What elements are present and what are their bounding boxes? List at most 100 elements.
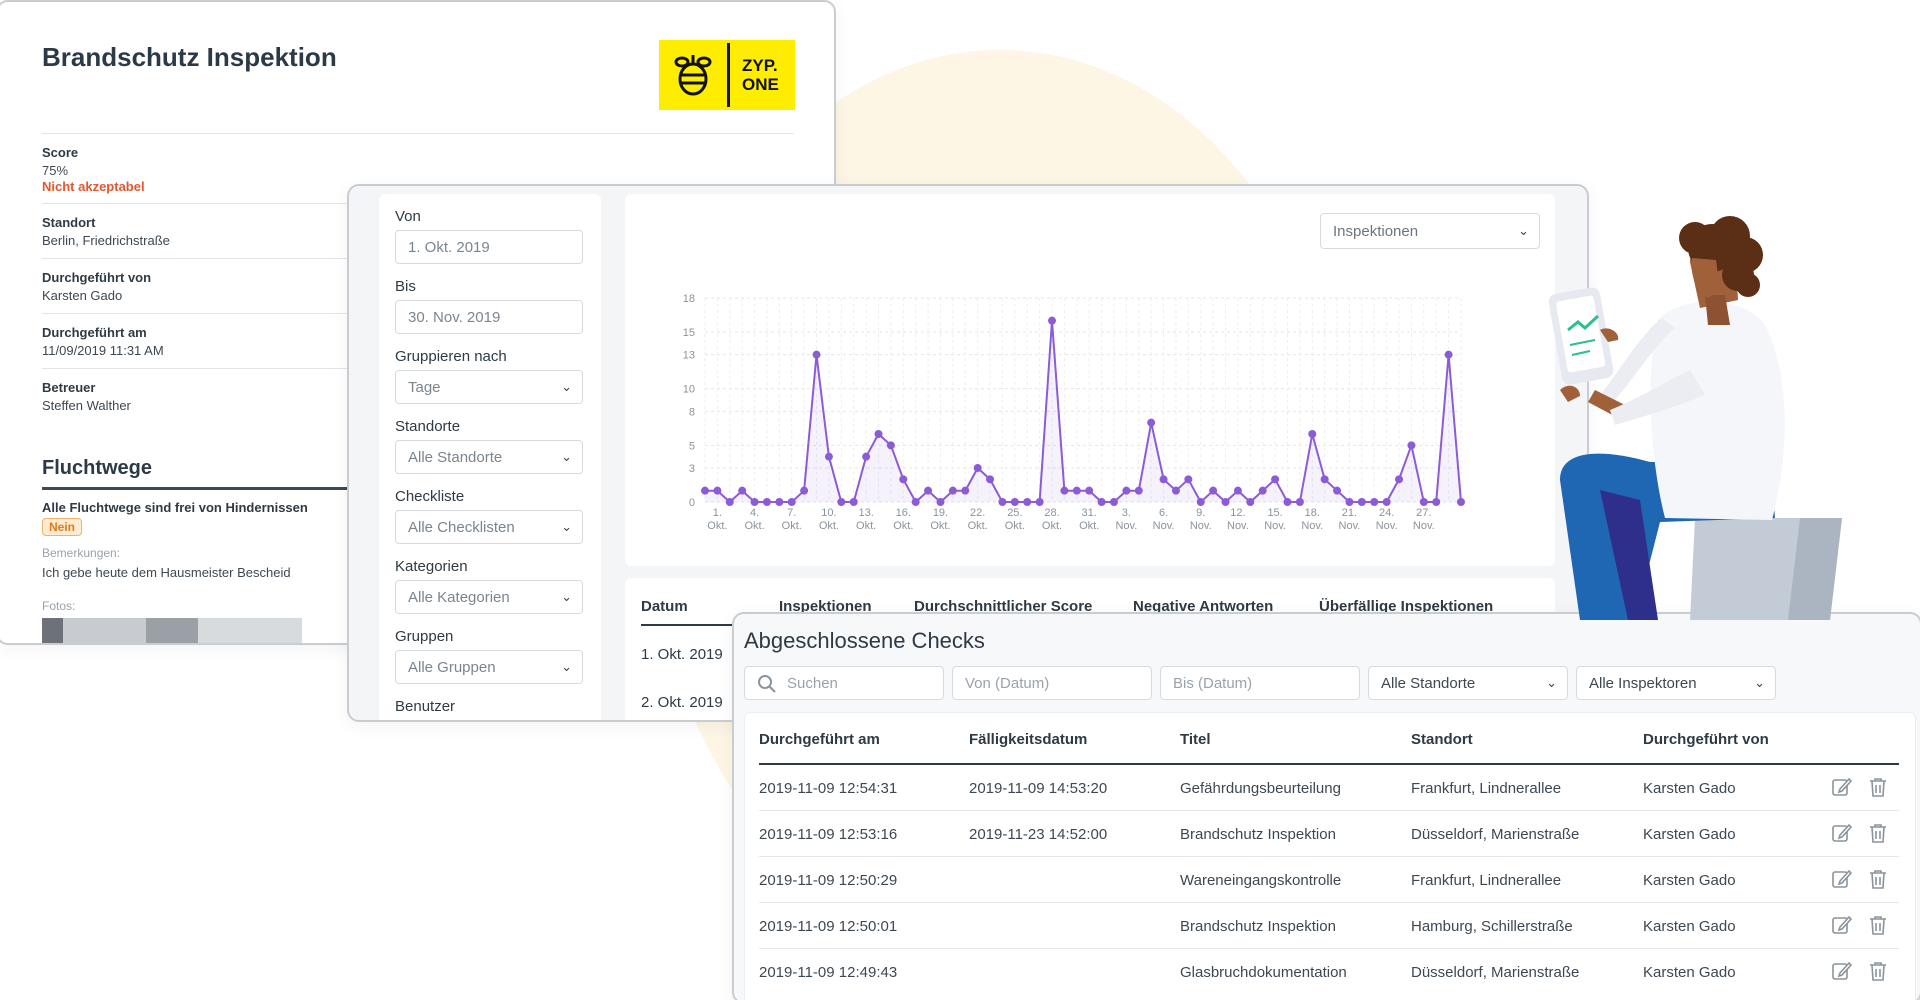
edit-icon[interactable]	[1831, 914, 1853, 936]
chevron-down-icon: ⌄	[1518, 223, 1529, 238]
y-tick-label: 13	[683, 350, 695, 362]
x-tick-label: 12.	[1230, 507, 1245, 519]
x-tick-label: Okt.	[856, 520, 876, 532]
y-tick-label: 3	[689, 463, 695, 475]
column-header[interactable]: Titel	[1180, 731, 1211, 748]
marketing-collage: Brandschutz Inspektion ZYP. ONE Score 75…	[0, 0, 1920, 1000]
data-point	[1023, 498, 1032, 506]
data-point	[1419, 498, 1428, 506]
x-tick-label: 27.	[1416, 507, 1431, 519]
data-point	[1159, 475, 1168, 484]
checklist-select[interactable]: Alle Checklisten ⌄	[395, 510, 583, 544]
locations-select[interactable]: Alle Standorte ⌄	[395, 440, 583, 474]
score-status: Nicht akzeptabel	[42, 179, 145, 194]
chevron-down-icon: ⌄	[561, 379, 572, 394]
cell-by: Karsten Gado	[1643, 780, 1736, 797]
divider	[42, 133, 794, 134]
data-point	[837, 498, 846, 506]
zyp-one-logo: ZYP. ONE	[659, 40, 795, 110]
cell-location: Frankfurt, Lindnerallee	[1411, 780, 1562, 797]
table-row: 1. Okt. 2019	[641, 646, 723, 663]
data-point	[762, 498, 771, 506]
column-header[interactable]: Datum	[641, 598, 688, 615]
inspection-photo[interactable]	[42, 618, 302, 643]
trash-icon[interactable]	[1867, 868, 1889, 890]
group-by-select[interactable]: Tage ⌄	[395, 370, 583, 404]
cell-due: 2019-11-23 14:52:00	[969, 826, 1108, 843]
group-by-label: Gruppieren nach	[395, 348, 507, 365]
x-tick-label: Nov.	[1301, 520, 1323, 532]
x-tick-label: Okt.	[744, 520, 764, 532]
data-point	[800, 486, 809, 495]
data-point	[824, 452, 833, 461]
table-row[interactable]: 2019-11-09 12:50:29 Wareneingangskontrol…	[759, 857, 1899, 903]
cell-done: 2019-11-09 12:49:43	[759, 964, 898, 981]
chevron-down-icon: ⌄	[561, 449, 572, 464]
trash-icon[interactable]	[1867, 822, 1889, 844]
data-point	[936, 498, 945, 506]
x-tick-label: 6.	[1159, 507, 1168, 519]
trash-icon[interactable]	[1867, 960, 1889, 982]
from-date-filter[interactable]: Von (Datum)	[952, 666, 1152, 700]
table-row[interactable]: 2019-11-09 12:49:43 Glasbruchdokumentati…	[759, 949, 1899, 995]
inspections-line-chart: 0358101315181.Okt.4.Okt.7.Okt.10.Okt.13.…	[683, 293, 1465, 532]
x-tick-label: Nov.	[1115, 520, 1137, 532]
data-point	[911, 498, 920, 506]
location-select[interactable]: Alle Standorte ⌄	[1368, 666, 1568, 700]
table-row[interactable]: 2019-11-09 12:50:01 Brandschutz Inspekti…	[759, 903, 1899, 949]
data-point	[738, 486, 747, 495]
column-header[interactable]: Standort	[1411, 731, 1473, 748]
table-row[interactable]: 2019-11-09 12:54:31 2019-11-09 14:53:20 …	[759, 765, 1899, 811]
bee-icon	[659, 40, 727, 110]
x-tick-label: 15.	[1267, 507, 1282, 519]
search-input[interactable]: Suchen	[744, 666, 944, 700]
from-date-input[interactable]: 1. Okt. 2019	[395, 230, 583, 264]
cell-location: Düsseldorf, Marienstraße	[1411, 964, 1580, 981]
to-date-filter[interactable]: Bis (Datum)	[1160, 666, 1360, 700]
to-date-input[interactable]: 30. Nov. 2019	[395, 300, 583, 334]
edit-icon[interactable]	[1831, 776, 1853, 798]
cell-by: Karsten Gado	[1643, 918, 1736, 935]
field-performed-by: Durchgeführt von Karsten Gado	[42, 270, 152, 303]
cell-title: Wareneingangskontrolle	[1180, 872, 1342, 889]
x-tick-label: 22.	[970, 507, 985, 519]
trash-icon[interactable]	[1867, 914, 1889, 936]
groups-select[interactable]: Alle Gruppen ⌄	[395, 650, 583, 684]
x-tick-label: 18.	[1305, 507, 1320, 519]
chevron-down-icon: ⌄	[561, 589, 572, 604]
inspector-select[interactable]: Alle Inspektoren ⌄	[1576, 666, 1776, 700]
column-header[interactable]: Durchgeführt von	[1643, 731, 1769, 748]
data-point	[1395, 475, 1404, 484]
x-tick-label: 24.	[1379, 507, 1394, 519]
section-title: Fluchtwege	[42, 457, 153, 479]
x-tick-label: 9.	[1196, 507, 1205, 519]
column-header[interactable]: Fälligkeitsdatum	[969, 731, 1087, 748]
trash-icon[interactable]	[1867, 776, 1889, 798]
x-tick-label: 25.	[1007, 507, 1022, 519]
metric-select[interactable]: Inspektionen ⌄	[1320, 213, 1540, 249]
data-point	[1097, 498, 1106, 506]
data-point	[1072, 486, 1081, 495]
data-point	[886, 441, 895, 450]
column-header[interactable]: Durchgeführt am	[759, 731, 880, 748]
cell-due: 2019-11-09 14:53:20	[969, 780, 1108, 797]
data-point	[862, 452, 871, 461]
data-point	[1147, 418, 1156, 427]
users-label: Benutzer	[395, 698, 456, 715]
table-row[interactable]: 2019-11-09 12:53:16 2019-11-23 14:52:00 …	[759, 811, 1899, 857]
x-tick-label: 4.	[750, 507, 759, 519]
categories-select[interactable]: Alle Kategorien ⌄	[395, 580, 583, 614]
locations-label: Standorte	[395, 418, 461, 435]
data-point	[1048, 316, 1057, 325]
edit-icon[interactable]	[1831, 868, 1853, 890]
groups-label: Gruppen	[395, 628, 454, 645]
photos-label: Fotos:	[42, 599, 76, 613]
cell-title: Brandschutz Inspektion	[1180, 826, 1336, 843]
data-point	[1271, 475, 1280, 484]
data-point	[1345, 498, 1354, 506]
x-tick-label: 7.	[787, 507, 796, 519]
field-supervisor: Betreuer Steffen Walther	[42, 380, 131, 413]
edit-icon[interactable]	[1831, 822, 1853, 844]
data-point	[961, 486, 970, 495]
edit-icon[interactable]	[1831, 960, 1853, 982]
